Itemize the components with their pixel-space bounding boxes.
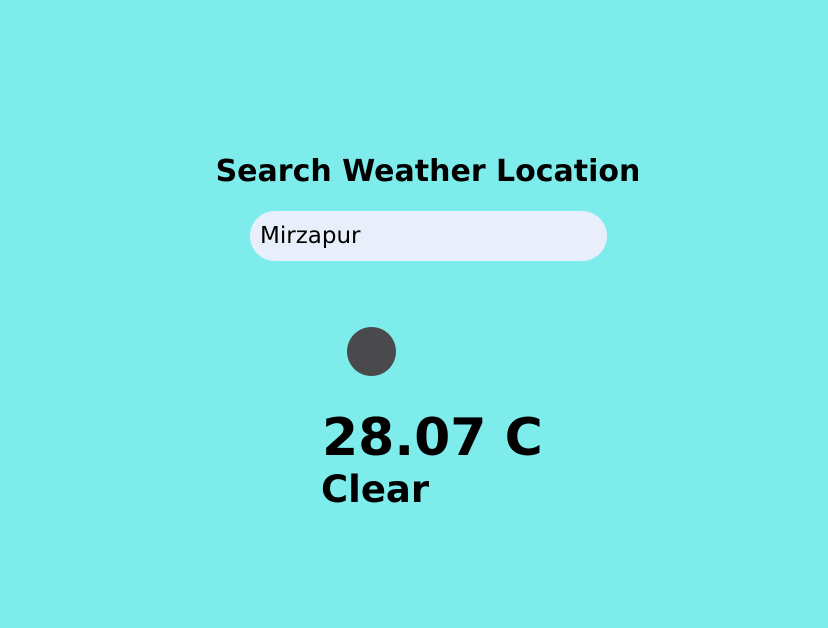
weather-app: Search Weather Location 28.07 C Clear — [0, 0, 828, 628]
search-input[interactable] — [250, 211, 607, 261]
weather-condition-icon — [347, 327, 396, 376]
temperature-value: 28.07 C — [322, 408, 543, 468]
weather-condition: Clear — [321, 468, 430, 511]
page-title: Search Weather Location — [215, 154, 641, 189]
